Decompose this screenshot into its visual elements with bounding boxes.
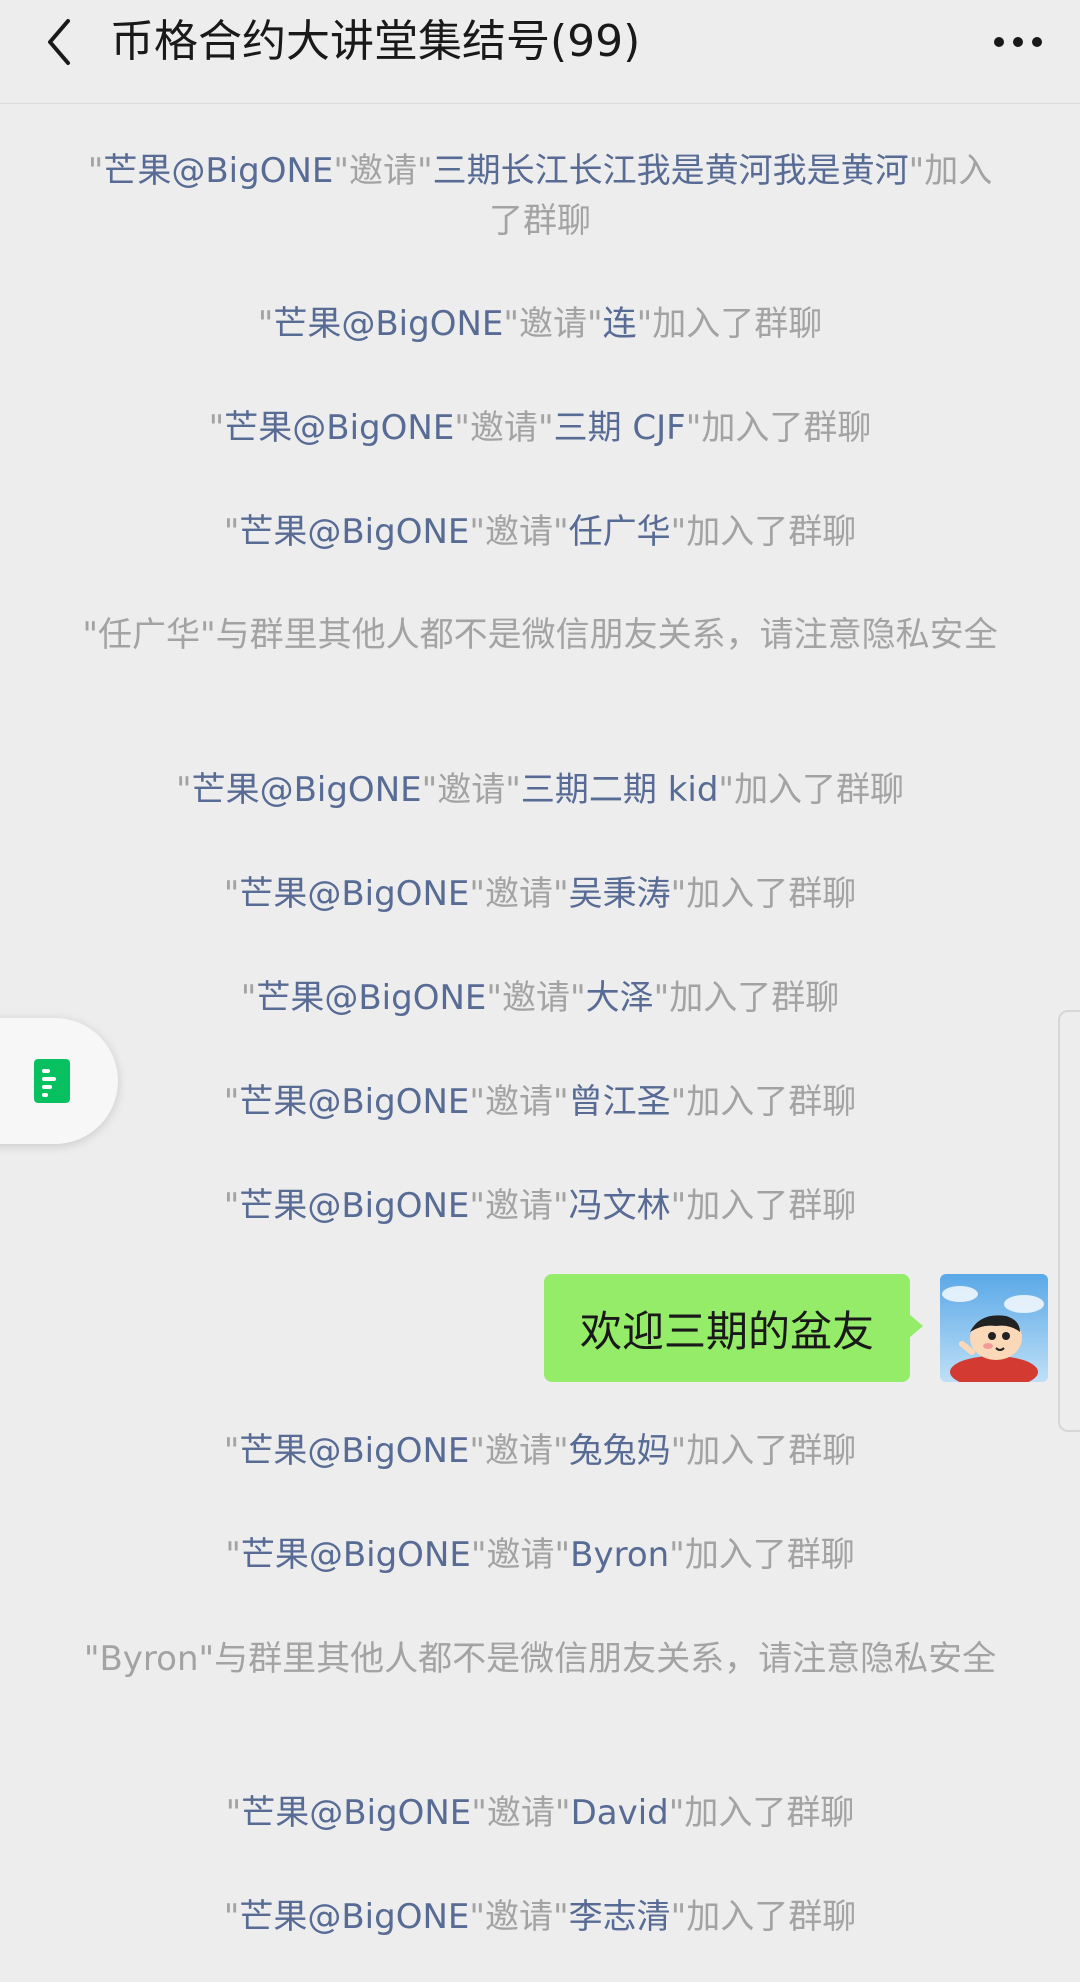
invitee-name[interactable]: 大泽 bbox=[586, 978, 654, 1018]
invitee-name[interactable]: 任广华 bbox=[569, 512, 671, 552]
system-message: "芒果@BigONE"邀请"冯文林"加入了群聊 bbox=[223, 1186, 857, 1226]
system-message: "芒果@BigONE"邀请"三期长江长江我是黄河我是黄河"加入了群聊 bbox=[87, 151, 993, 241]
inviter-name[interactable]: 芒果@BigONE bbox=[239, 1897, 469, 1937]
side-drawer-handle[interactable] bbox=[1058, 1010, 1080, 1432]
more-button[interactable] bbox=[988, 14, 1048, 70]
system-message: "芒果@BigONE"邀请"三期 CJF"加入了群聊 bbox=[208, 408, 872, 448]
system-message: "芒果@BigONE"邀请"Byron"加入了群聊 bbox=[225, 1535, 855, 1575]
inviter-name[interactable]: 芒果@BigONE bbox=[239, 1431, 469, 1471]
chat-title[interactable]: 币格合约大讲堂集结号(99) bbox=[110, 10, 640, 74]
invitee-name[interactable]: Byron bbox=[570, 1535, 669, 1575]
inviter-name[interactable]: 芒果@BigONE bbox=[192, 770, 422, 810]
system-message: "芒果@BigONE"邀请"兔兔妈"加入了群聊 bbox=[223, 1431, 857, 1471]
system-message: "芒果@BigONE"邀请"连"加入了群聊 bbox=[257, 304, 823, 344]
privacy-notice: "Byron"与群里其他人都不是微信朋友关系，请注意隐私安全 bbox=[83, 1639, 997, 1679]
invitee-name[interactable]: 兔兔妈 bbox=[569, 1431, 671, 1471]
invitee-name[interactable]: 三期长江长江我是黄河我是黄河 bbox=[433, 151, 909, 191]
cartoon-avatar-icon bbox=[940, 1274, 1048, 1382]
system-message: "芒果@BigONE"邀请"李志清"加入了群聊 bbox=[223, 1897, 857, 1937]
invitee-name[interactable]: 三期 CJF bbox=[554, 408, 686, 448]
message-list[interactable]: "芒果@BigONE"邀请"三期长江长江我是黄河我是黄河"加入了群聊 "芒果@B… bbox=[0, 104, 1080, 1982]
chevron-left-icon bbox=[48, 19, 70, 65]
inviter-name[interactable]: 芒果@BigONE bbox=[239, 1186, 469, 1226]
invitee-name[interactable]: 吴秉涛 bbox=[569, 874, 671, 914]
inviter-name[interactable]: 芒果@BigONE bbox=[224, 408, 454, 448]
invitee-name[interactable]: 冯文林 bbox=[569, 1186, 671, 1226]
system-message: "芒果@BigONE"邀请"三期二期 kid"加入了群聊 bbox=[175, 770, 905, 810]
inviter-name[interactable]: 芒果@BigONE bbox=[239, 512, 469, 552]
avatar[interactable] bbox=[940, 1274, 1048, 1382]
more-dots-icon bbox=[994, 37, 1042, 47]
invitee-name[interactable]: 李志清 bbox=[569, 1897, 671, 1937]
system-message: "芒果@BigONE"邀请"任广华"加入了群聊 bbox=[223, 512, 857, 552]
system-message: "芒果@BigONE"邀请"大泽"加入了群聊 bbox=[240, 978, 840, 1018]
inviter-name[interactable]: 芒果@BigONE bbox=[241, 1535, 471, 1575]
inviter-name[interactable]: 芒果@BigONE bbox=[241, 1793, 471, 1833]
inviter-name[interactable]: 芒果@BigONE bbox=[239, 1082, 469, 1122]
back-button[interactable] bbox=[34, 14, 84, 70]
invitee-name[interactable]: 曾江圣 bbox=[569, 1082, 671, 1122]
system-message: "芒果@BigONE"邀请"吴秉涛"加入了群聊 bbox=[223, 874, 857, 914]
invitee-name[interactable]: 连 bbox=[603, 304, 637, 344]
inviter-name[interactable]: 芒果@BigONE bbox=[103, 151, 333, 191]
system-message: "芒果@BigONE"邀请"曾江圣"加入了群聊 bbox=[223, 1082, 857, 1122]
system-message: "芒果@BigONE"邀请"David"加入了群聊 bbox=[225, 1793, 855, 1833]
invitee-name[interactable]: 三期二期 kid bbox=[521, 770, 719, 810]
inviter-name[interactable]: 芒果@BigONE bbox=[239, 874, 469, 914]
note-icon bbox=[34, 1059, 70, 1103]
sent-message-bubble[interactable]: 欢迎三期的盆友 bbox=[544, 1274, 923, 1382]
inviter-name[interactable]: 芒果@BigONE bbox=[273, 304, 503, 344]
chat-header: 币格合约大讲堂集结号(99) bbox=[0, 0, 1080, 104]
privacy-notice: "任广华"与群里其他人都不是微信朋友关系，请注意隐私安全 bbox=[82, 615, 998, 655]
invitee-name[interactable]: David bbox=[571, 1793, 669, 1833]
inviter-name[interactable]: 芒果@BigONE bbox=[256, 978, 486, 1018]
